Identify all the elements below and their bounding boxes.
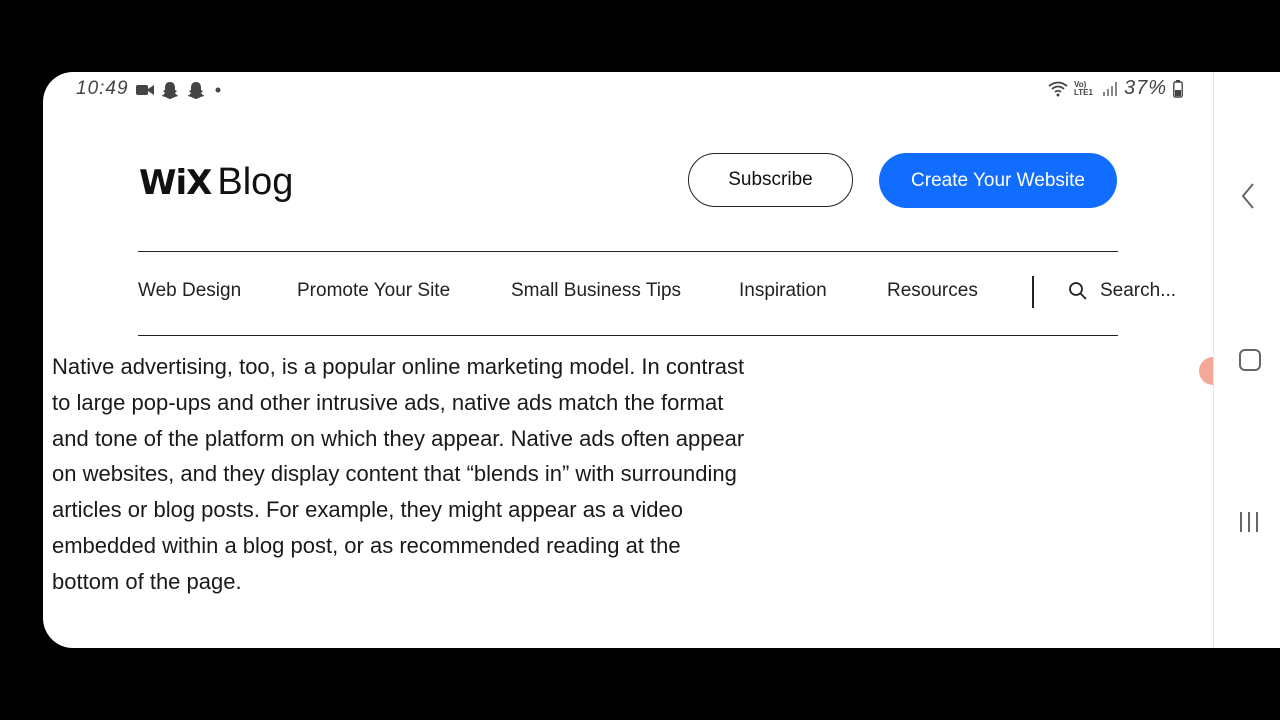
blog-header: WiX Blog Subscribe Create Your Website W… [43, 106, 1213, 366]
battery-icon [1173, 79, 1183, 98]
create-website-button[interactable]: Create Your Website [879, 153, 1117, 208]
wix-blog-logo[interactable]: WiX Blog [139, 161, 293, 204]
nav-separator [1032, 276, 1034, 308]
snapchat-icon [188, 82, 204, 99]
wifi-icon [1048, 81, 1068, 96]
logo-mark: WiX [139, 163, 212, 203]
back-icon[interactable] [1240, 182, 1256, 210]
nav-item-web-design[interactable]: Web Design [138, 280, 241, 302]
category-nav: Web Design Promote Your Site Small Busin… [138, 276, 1198, 308]
nav-item-small-business-tips[interactable]: Small Business Tips [511, 280, 681, 302]
dot-icon [215, 87, 221, 93]
search-icon [1069, 282, 1087, 300]
nav-top-divider [138, 251, 1118, 252]
nav-item-promote-your-site[interactable]: Promote Your Site [297, 280, 450, 302]
search-field[interactable]: Search... [1068, 280, 1176, 302]
status-bar: 10:49 Vo) LTE1 37% [43, 72, 1213, 106]
status-icons-right: Vo) LTE1 37% [1048, 77, 1183, 100]
search-placeholder: Search... [1100, 280, 1177, 301]
phone-screen: 10:49 Vo) LTE1 37% WiX Blog Subscribe Cr… [43, 72, 1280, 648]
subscribe-button[interactable]: Subscribe [688, 153, 853, 207]
recents-icon[interactable] [1238, 510, 1260, 534]
nav-item-inspiration[interactable]: Inspiration [739, 280, 827, 302]
video-camera-icon [136, 85, 154, 95]
network-label: Vo) LTE1 [1073, 79, 1093, 97]
android-nav-bar [1213, 72, 1280, 648]
nav-item-resources[interactable]: Resources [887, 280, 978, 302]
battery-percent: 37% [1123, 77, 1167, 99]
status-time: 10:49 [76, 78, 129, 99]
nav-bottom-divider [138, 335, 1118, 336]
article-paragraph: Native advertising, too, is a popular on… [52, 354, 745, 594]
home-icon[interactable] [1238, 348, 1262, 372]
logo-text: Blog [217, 161, 294, 203]
status-icons-left [136, 80, 224, 100]
snapchat-icon [162, 82, 178, 99]
signal-icon [1102, 81, 1117, 96]
